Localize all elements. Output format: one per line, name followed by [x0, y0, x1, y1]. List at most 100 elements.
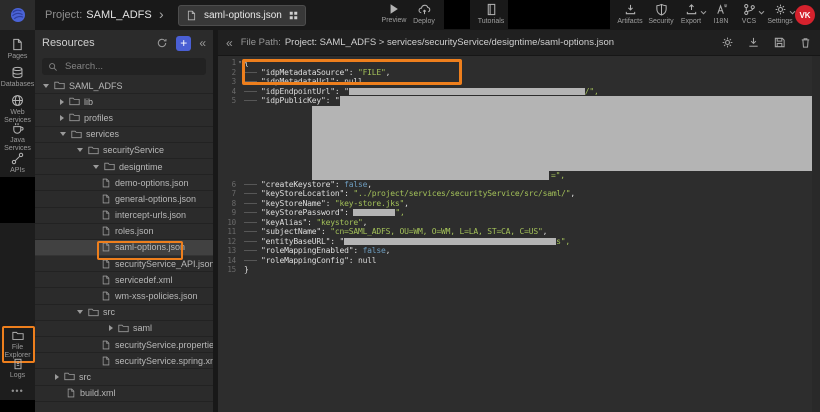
add-resource-button[interactable]: +	[176, 36, 191, 51]
tree-item-folder[interactable]: saml	[35, 321, 213, 337]
collapse-panel-icon[interactable]: «	[199, 36, 206, 50]
redacted-toolbar-area	[508, 0, 610, 29]
gear-icon[interactable]	[721, 36, 734, 49]
tree-item-folder[interactable]: src	[35, 369, 213, 385]
tree-item-label: lib	[84, 97, 93, 107]
tree-item-file-selected[interactable]: saml-options.json	[35, 240, 213, 256]
tree-item-folder[interactable]: securityService	[35, 143, 213, 159]
tree-item-label: general-options.json	[115, 194, 196, 204]
tree-item-file[interactable]: servicedef.xml	[35, 272, 213, 288]
logo-icon	[10, 7, 26, 23]
redacted-value	[344, 238, 556, 245]
file-path-value: Project: SAML_ADFS > services/securitySe…	[285, 37, 708, 48]
tree-item-file[interactable]: build.xml	[35, 386, 213, 402]
caret-down-icon[interactable]	[93, 165, 99, 169]
sidebar-item-pages[interactable]: Pages	[0, 38, 35, 61]
code-line-highlighted: 2"idpMetadataSource": "FILE",	[218, 68, 812, 78]
redacted-value-block	[340, 96, 812, 106]
redacted-value	[349, 88, 585, 95]
indent-guide	[244, 260, 257, 261]
code-line: 4"idpEndpointUrl": "/",	[218, 87, 812, 97]
tree-item-folder[interactable]: profiles	[35, 110, 213, 126]
file-icon	[101, 356, 111, 366]
user-avatar[interactable]: VK	[795, 5, 815, 25]
indent-guide	[244, 72, 257, 73]
api-nodes-icon	[11, 152, 24, 165]
tree-item-folder[interactable]: lib	[35, 94, 213, 110]
caret-down-icon[interactable]	[77, 148, 83, 152]
delete-icon[interactable]	[799, 36, 812, 49]
tree-item-file[interactable]: roles.json	[35, 224, 213, 240]
sidebar-item-file-explorer[interactable]: File Explorer	[0, 330, 35, 359]
code-line: 15 }	[218, 265, 812, 275]
tree-item-folder[interactable]: designtime	[35, 159, 213, 175]
tree-item-folder[interactable]: SAML_ADFS	[35, 78, 213, 94]
tree-item-label: profiles	[84, 113, 113, 123]
collapse-editor-icon[interactable]: «	[226, 36, 233, 50]
tree-item-file[interactable]: wm-xss-policies.json	[35, 288, 213, 304]
tree-item-label: services	[86, 129, 119, 139]
caret-right-icon[interactable]	[60, 115, 64, 121]
chevron-right-icon[interactable]: ›	[159, 0, 164, 30]
code-line: 9"keyStorePassword": ",	[218, 208, 812, 218]
icon-sidebar: Pages Databases Web Services Java Servic…	[0, 30, 35, 412]
tree-item-file[interactable]: securityService.spring.xml	[35, 353, 213, 369]
more-options-button[interactable]: •••	[0, 386, 35, 396]
file-icon	[186, 10, 197, 21]
shield-icon	[655, 3, 668, 16]
app-logo[interactable]	[0, 0, 35, 30]
resources-title: Resources	[42, 37, 148, 49]
caret-right-icon[interactable]	[60, 99, 64, 105]
tree-item-file[interactable]: securityService.properties	[35, 337, 213, 353]
logs-document-icon	[12, 358, 24, 370]
indent-guide	[244, 91, 257, 92]
file-path-bar: « File Path: Project: SAML_ADFS > servic…	[218, 30, 820, 56]
app-window: Project:SAML_ADFS › saml-options.json Pr…	[0, 0, 820, 412]
git-branch-icon	[743, 3, 756, 16]
folder-icon	[69, 96, 80, 107]
tab-saml-options[interactable]: saml-options.json	[178, 5, 306, 26]
editor-scrollbar[interactable]	[812, 56, 820, 412]
folder-icon	[12, 330, 24, 342]
sidebar-item-web-services[interactable]: Web Services	[0, 94, 35, 124]
code-editor[interactable]: 1▾{ 2"idpMetadataSource": "FILE", 3"idpM…	[218, 56, 820, 412]
save-icon[interactable]	[773, 36, 786, 49]
fold-caret-icon[interactable]: ▾	[236, 58, 244, 68]
tree-item-file[interactable]: general-options.json	[35, 191, 213, 207]
download-icon[interactable]	[747, 36, 760, 49]
caret-down-icon[interactable]	[77, 310, 83, 314]
sidebar-item-java-services[interactable]: Java Services	[0, 122, 35, 152]
tree-item-label: SAML_ADFS	[69, 81, 123, 91]
sidebar-item-logs[interactable]: Logs	[0, 358, 35, 380]
deploy-button[interactable]: Deploy	[401, 3, 447, 25]
grid-icon[interactable]	[289, 11, 298, 20]
folder-icon	[54, 80, 65, 91]
tree-item-file[interactable]: securityService_API.json	[35, 256, 213, 272]
tree-item-file[interactable]: demo-options.json	[35, 175, 213, 191]
folder-icon	[88, 145, 99, 156]
tree-item-file[interactable]: intercept-urls.json	[35, 208, 213, 224]
code-line: 8"keyStoreName": "key-store.jks",	[218, 199, 812, 209]
file-tree: SAML_ADFS lib profiles services security	[35, 78, 213, 412]
caret-right-icon[interactable]	[55, 374, 59, 380]
refresh-icon[interactable]	[156, 37, 168, 49]
tree-item-folder[interactable]: services	[35, 127, 213, 143]
caret-down-icon[interactable]	[60, 132, 66, 136]
sidebar-item-databases[interactable]: Databases	[0, 66, 35, 89]
file-icon	[101, 259, 111, 269]
indent-guide	[244, 241, 257, 242]
code-line: 12"entityBaseURL": "s",	[218, 237, 812, 247]
indent-guide	[244, 222, 257, 223]
book-icon	[485, 3, 498, 16]
database-icon	[11, 66, 24, 79]
code-line: 3"idpMetadataUrl": null,	[218, 77, 812, 87]
code-line: 10"keyAlias": "keystore",	[218, 218, 812, 228]
tree-item-label: src	[79, 372, 91, 382]
redacted-value-block	[312, 171, 549, 180]
sidebar-item-apis[interactable]: APIs	[0, 152, 35, 175]
search-input[interactable]	[63, 60, 200, 73]
code-line-tail: =",	[551, 171, 565, 181]
caret-down-icon[interactable]	[43, 84, 49, 88]
tree-item-folder[interactable]: src	[35, 305, 213, 321]
caret-right-icon[interactable]	[109, 325, 113, 331]
